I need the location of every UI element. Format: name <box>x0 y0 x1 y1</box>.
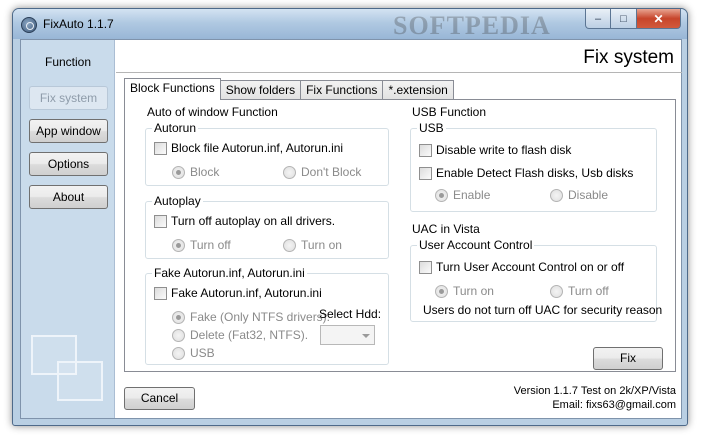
close-button[interactable]: ✕ <box>637 9 681 29</box>
uac-turn-on-radio[interactable]: Turn on <box>435 284 494 298</box>
usb-group: USB Disable write to flash disk Enable D… <box>410 121 657 212</box>
about-button[interactable]: About <box>29 185 108 209</box>
chevron-down-icon[interactable] <box>362 334 370 338</box>
window-controls: – □ ✕ <box>585 9 681 29</box>
autoplay-group: Autoplay Turn off autoplay on all driver… <box>145 194 389 259</box>
radio-label: USB <box>190 346 215 360</box>
fake-autorun-checkbox[interactable]: Fake Autorun.inf, Autorun.ini <box>154 286 322 300</box>
page-title: Fix system <box>583 47 674 68</box>
tab-show-folders[interactable]: Show folders <box>219 80 302 100</box>
autorun-group: Autorun Block file Autorun.inf, Autorun.… <box>145 121 389 186</box>
tab-strip: Block Functions Show folders Fix Functio… <box>124 78 454 100</box>
radio-label: Block <box>190 165 220 179</box>
maximize-button[interactable]: □ <box>611 9 637 29</box>
checkbox-box[interactable] <box>419 260 432 274</box>
select-hdd-dropdown[interactable] <box>320 325 375 345</box>
fake-autorun-label: Fake Autorun.inf, Autorun.ini <box>152 266 307 280</box>
tab-block-functions[interactable]: Block Functions <box>124 78 221 100</box>
dont-block-radio[interactable]: Don't Block <box>283 165 361 179</box>
sidebar-title: Function <box>44 55 92 69</box>
tab-panel-block-functions: Auto of window Function Autorun Block fi… <box>124 99 676 372</box>
fake-ntfs-radio[interactable]: Fake (Only NTFS drivers). <box>172 310 330 324</box>
autoplay-label: Autoplay <box>152 194 203 208</box>
uac-toggle-checkbox[interactable]: Turn User Account Control on or off <box>419 260 624 274</box>
checkbox-label: Enable Detect Flash disks, Usb disks <box>436 166 634 180</box>
uac-title: UAC in Vista <box>412 222 480 236</box>
turn-on-radio[interactable]: Turn on <box>283 238 342 252</box>
uac-group: User Account Control Turn User Account C… <box>410 238 662 322</box>
radio-button[interactable] <box>172 310 185 324</box>
window-title: FixAuto 1.1.7 <box>43 17 114 31</box>
checkbox-box[interactable] <box>419 143 432 157</box>
radio-label: Don't Block <box>301 165 362 179</box>
fix-button[interactable]: Fix <box>593 347 663 370</box>
radio-label: Turn off <box>190 238 231 252</box>
main-panel: Fix system Block Functions Show folders … <box>116 40 682 418</box>
email-text: Email: fixs63@gmail.com <box>552 399 676 411</box>
checkbox-label: Block file Autorun.inf, Autorun.ini <box>171 141 344 155</box>
checkbox-box[interactable] <box>154 214 167 228</box>
radio-label: Turn on <box>301 238 342 252</box>
app-window: SOFTPEDIA FixAuto 1.1.7 – □ ✕ Function F… <box>12 8 688 426</box>
autorun-label: Autorun <box>152 121 199 135</box>
delete-fat32-radio[interactable]: Delete (Fat32, NTFS). <box>172 328 308 342</box>
usb-radio[interactable]: USB <box>172 346 215 360</box>
radio-label: Disable <box>568 188 609 202</box>
turn-off-autoplay-checkbox[interactable]: Turn off autoplay on all drivers. <box>154 214 335 228</box>
turn-off-radio[interactable]: Turn off <box>172 238 231 252</box>
radio-button[interactable] <box>172 328 185 342</box>
radio-button[interactable] <box>550 284 563 298</box>
select-hdd-label: Select Hdd: <box>319 307 382 321</box>
app-window-button[interactable]: App window <box>29 119 108 143</box>
usb-disable-radio[interactable]: Disable <box>550 188 608 202</box>
client-area: Function Fix system App window Options A… <box>20 39 682 419</box>
disable-write-checkbox[interactable]: Disable write to flash disk <box>419 143 571 157</box>
radio-label: Fake (Only NTFS drivers). <box>190 310 331 324</box>
detect-flash-checkbox[interactable]: Enable Detect Flash disks, Usb disks <box>419 166 633 180</box>
sidebar: Function Fix system App window Options A… <box>21 40 115 418</box>
radio-label: Enable <box>453 188 491 202</box>
radio-label: Turn off <box>568 284 609 298</box>
radio-button[interactable] <box>283 238 296 252</box>
checkbox-label: Turn off autoplay on all drivers. <box>171 214 336 228</box>
fake-autorun-group: Fake Autorun.inf, Autorun.ini Fake Autor… <box>145 266 389 365</box>
radio-button[interactable] <box>550 188 563 202</box>
block-autorun-checkbox[interactable]: Block file Autorun.inf, Autorun.ini <box>154 141 343 155</box>
app-icon[interactable] <box>21 17 37 33</box>
radio-button[interactable] <box>435 188 448 202</box>
radio-label: Turn on <box>453 284 494 298</box>
uac-label: User Account Control <box>417 238 535 252</box>
radio-button[interactable] <box>172 165 185 179</box>
usb-enable-radio[interactable]: Enable <box>435 188 490 202</box>
tab-extension[interactable]: *.extension <box>382 80 454 100</box>
usb-label: USB <box>417 121 446 135</box>
fix-system-button[interactable]: Fix system <box>29 86 108 110</box>
checkbox-box[interactable] <box>154 286 167 300</box>
usb-function-title: USB Function <box>412 105 487 119</box>
checkbox-box[interactable] <box>419 166 432 180</box>
checkbox-label: Turn User Account Control on or off <box>436 260 625 274</box>
uac-note: Users do not turn off UAC for security r… <box>423 303 663 317</box>
options-button[interactable]: Options <box>29 152 108 176</box>
block-radio[interactable]: Block <box>172 165 219 179</box>
auto-window-title: Auto of window Function <box>147 105 278 119</box>
version-text: Version 1.1.7 Test on 2k/XP/Vista <box>513 385 676 397</box>
checkbox-label: Disable write to flash disk <box>436 143 572 157</box>
title-bar[interactable]: SOFTPEDIA FixAuto 1.1.7 – □ ✕ <box>13 9 687 40</box>
checkbox-label: Fake Autorun.inf, Autorun.ini <box>171 286 322 300</box>
header: Fix system <box>116 40 682 73</box>
radio-button[interactable] <box>283 165 296 179</box>
minimize-button[interactable]: – <box>585 9 611 29</box>
radio-button[interactable] <box>172 238 185 252</box>
radio-button[interactable] <box>435 284 448 298</box>
radio-button[interactable] <box>172 346 185 360</box>
tab-fix-functions[interactable]: Fix Functions <box>300 80 384 100</box>
checkbox-box[interactable] <box>154 141 167 155</box>
watermark: SOFTPEDIA <box>393 11 551 40</box>
radio-label: Delete (Fat32, NTFS). <box>190 328 309 342</box>
uac-turn-off-radio[interactable]: Turn off <box>550 284 609 298</box>
cancel-button[interactable]: Cancel <box>124 387 195 410</box>
